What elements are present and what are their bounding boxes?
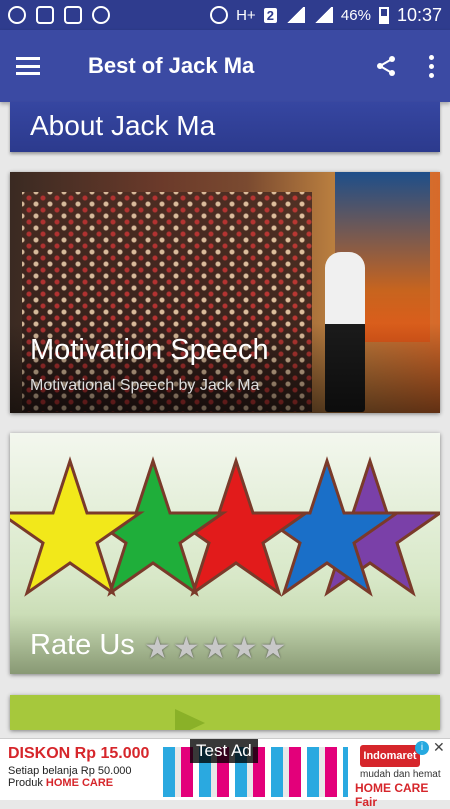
- ad-close-icon[interactable]: ✕: [433, 739, 445, 756]
- ad-brand-sub: mudah dan hemat: [360, 769, 441, 780]
- share-icon[interactable]: [374, 54, 398, 78]
- ad-line2: Produk HOME CARE: [8, 777, 114, 789]
- app-bar: Best of Jack Ma: [0, 30, 450, 102]
- app-title: Best of Jack Ma: [88, 53, 255, 78]
- more-vert-icon[interactable]: [428, 54, 434, 78]
- indomaret-logo: Indomaret: [360, 745, 420, 767]
- menu-icon[interactable]: [16, 57, 40, 75]
- signal-icon-2: [312, 7, 333, 23]
- status-bar: H+ 2 46% 10:37: [0, 0, 450, 30]
- section-header: About Jack Ma: [10, 102, 440, 152]
- ad-info-icon[interactable]: i: [415, 741, 429, 755]
- rate-us-label: Rate Us: [30, 629, 135, 661]
- ad-line1: Setiap belanja Rp 50.000: [8, 765, 132, 777]
- signal-icon: [284, 7, 305, 23]
- star-icon[interactable]: ★: [202, 633, 229, 665]
- colored-stars-image: [10, 456, 440, 597]
- alarm-icon: [210, 6, 229, 24]
- battery-text: 46%: [340, 6, 371, 24]
- whatsapp-icon: [8, 6, 26, 24]
- star-icon[interactable]: ★: [173, 633, 200, 665]
- rating-stars[interactable]: ★ ★ ★ ★ ★: [144, 633, 287, 665]
- star-icon[interactable]: ★: [144, 633, 171, 665]
- link-icon: [64, 6, 82, 24]
- network-type: H+: [236, 6, 256, 24]
- clock: 10:37: [396, 4, 442, 25]
- wifi-icon: [92, 6, 110, 24]
- rate-us-card[interactable]: Rate Us ★ ★ ★ ★ ★: [10, 433, 440, 674]
- ad-banner[interactable]: DISKON Rp 15.000 Setiap belanja Rp 50.00…: [0, 738, 450, 809]
- ad-brand-sub2: HOME CARE Fair: [355, 781, 429, 809]
- ad-title: DISKON Rp 15.000: [8, 745, 150, 762]
- image-icon: [36, 6, 54, 24]
- test-ad-label: Test Ad: [190, 739, 258, 763]
- arrow-icon: [175, 709, 205, 730]
- sim-badge: 2: [263, 7, 277, 23]
- card-subtitle: Motivational Speech by Jack Ma: [30, 377, 260, 394]
- battery-icon: [378, 6, 389, 24]
- card-title: Motivation Speech: [30, 334, 269, 366]
- star-icon[interactable]: ★: [260, 633, 287, 665]
- motivation-speech-card[interactable]: Motivation Speech Motivational Speech by…: [10, 172, 440, 413]
- third-card[interactable]: [10, 695, 440, 730]
- star-icon[interactable]: ★: [231, 633, 258, 665]
